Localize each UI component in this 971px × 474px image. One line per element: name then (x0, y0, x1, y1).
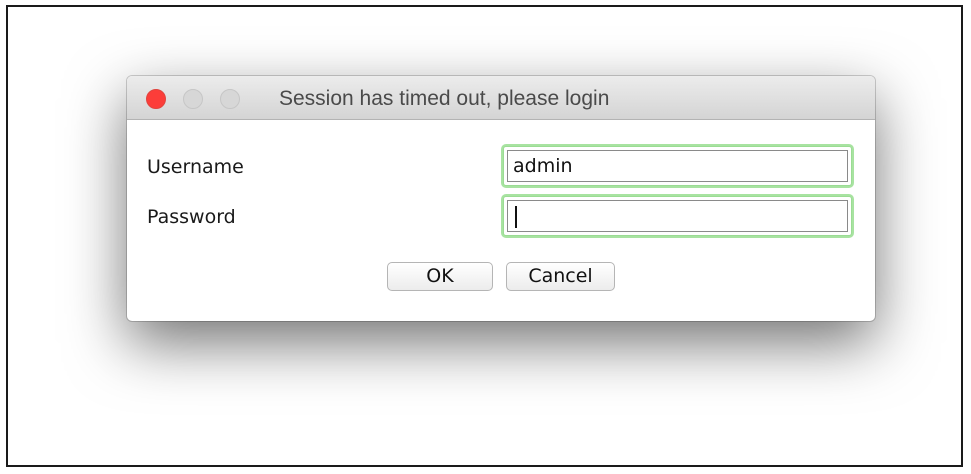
cancel-button[interactable]: Cancel (506, 262, 615, 291)
close-icon[interactable] (146, 89, 166, 109)
zoom-icon (220, 89, 240, 109)
text-cursor (515, 206, 517, 228)
minimize-icon (183, 89, 203, 109)
dialog-title: Session has timed out, please login (279, 87, 610, 110)
password-field-frame (503, 196, 852, 236)
username-label: Username (147, 156, 244, 178)
password-label: Password (147, 206, 236, 228)
username-field-frame (503, 146, 852, 186)
screen-frame: Session has timed out, please login User… (6, 5, 963, 467)
window-titlebar[interactable]: Session has timed out, please login (127, 76, 875, 120)
password-field[interactable] (507, 200, 848, 232)
username-field[interactable] (507, 150, 848, 182)
ok-button[interactable]: OK (387, 262, 493, 291)
login-dialog: Session has timed out, please login User… (127, 76, 875, 321)
